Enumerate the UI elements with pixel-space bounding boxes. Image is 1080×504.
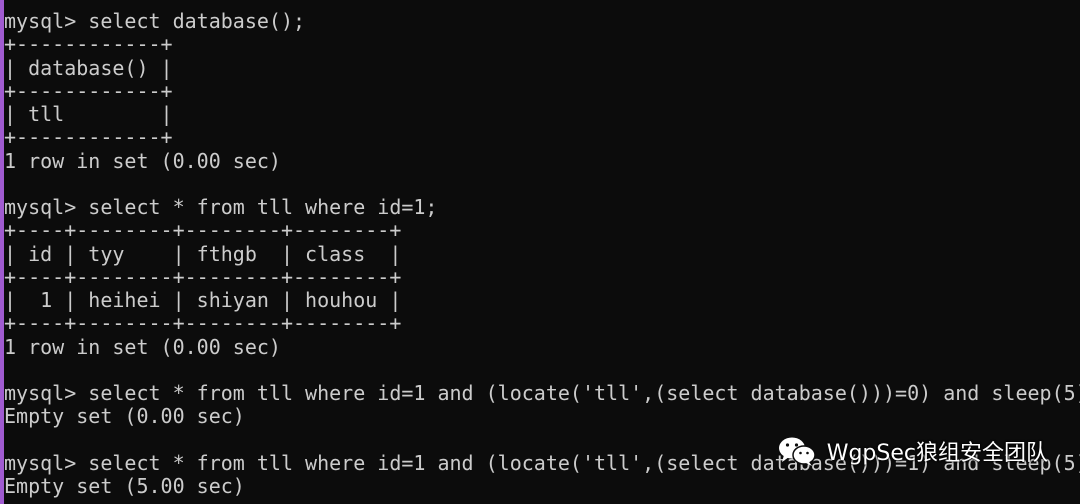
table-border: +------------+ <box>4 79 173 103</box>
table-header: | database() | <box>4 56 173 80</box>
table-row: | tll | <box>4 102 173 126</box>
table-header: | id | tyy | fthgb | class | <box>4 242 402 266</box>
watermark: WgpSec狼组安全团队 <box>777 433 1048 469</box>
wechat-icon <box>777 435 817 467</box>
table-border: +------------+ <box>4 125 173 149</box>
result-status: 1 row in set (0.00 sec) <box>4 335 281 359</box>
table-row: | 1 | heihei | shiyan | houhou | <box>4 288 402 312</box>
prompt-line: mysql> select database(); <box>4 9 306 33</box>
table-border: +----+--------+--------+--------+ <box>4 311 402 335</box>
table-border: +----+--------+--------+--------+ <box>4 218 402 242</box>
prompt-line: mysql> select * from tll where id=1; <box>4 195 438 219</box>
terminal-output[interactable]: mysql> select database(); +------------+… <box>4 0 1080 504</box>
result-status: 1 row in set (0.00 sec) <box>4 149 281 173</box>
result-status: Empty set (0.00 sec) <box>4 404 245 428</box>
table-border: +------------+ <box>4 32 173 56</box>
result-status: Empty set (5.00 sec) <box>4 474 245 498</box>
prompt-line: mysql> select * from tll where id=1 and … <box>4 381 1080 405</box>
table-border: +----+--------+--------+--------+ <box>4 265 402 289</box>
watermark-text: WgpSec狼组安全团队 <box>826 441 1048 466</box>
